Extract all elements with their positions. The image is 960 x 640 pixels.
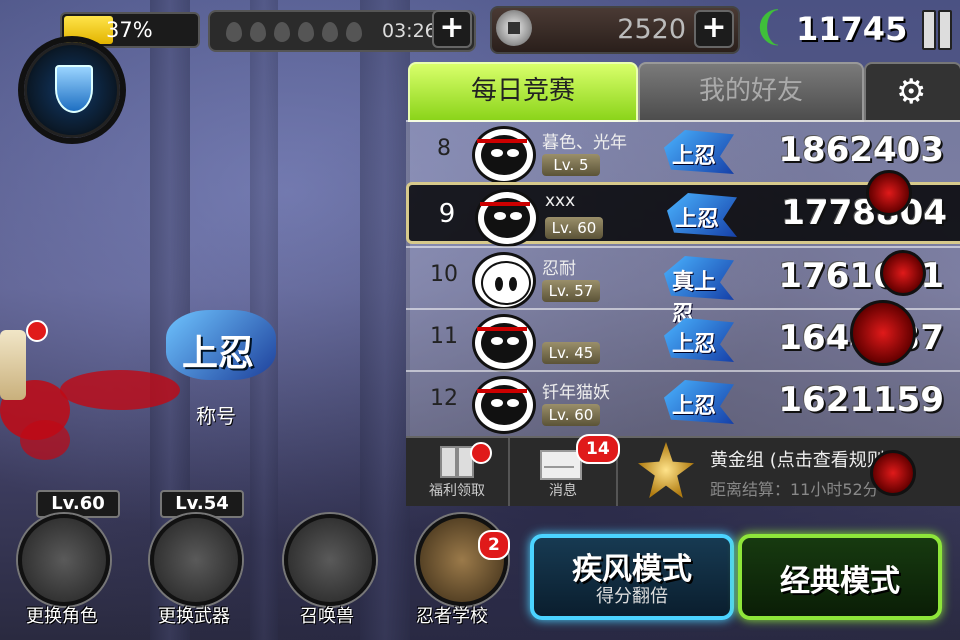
player-avatar xyxy=(472,252,536,310)
shield-power-badge[interactable] xyxy=(24,42,120,138)
player-level: Lv. 60 xyxy=(545,217,603,239)
character-level: Lv.60 xyxy=(36,490,120,518)
group-title: 黄金组 (点击查看规则) xyxy=(710,450,892,471)
rank-number: 12 xyxy=(430,386,458,411)
rank-number: 8 xyxy=(437,136,451,161)
gift-icon xyxy=(440,446,474,478)
ninja-school-button[interactable] xyxy=(416,514,508,606)
ninja-school-label: 忍者学校 xyxy=(416,606,488,627)
classic-mode-title: 经典模式 xyxy=(780,564,900,599)
leaderboard-row[interactable]: 12 钎年猫妖 Lv. 60 上忍 1621159 xyxy=(406,370,960,434)
hornet-enemy xyxy=(866,170,912,216)
player-level: Lv. 45 xyxy=(542,342,600,364)
notification-dot xyxy=(26,320,48,342)
player-avatar xyxy=(472,376,536,434)
scroll-icon[interactable] xyxy=(0,330,26,400)
shield-icon xyxy=(55,65,93,113)
storm-mode-subtitle: 得分翻倍 xyxy=(596,586,668,607)
pause-icon xyxy=(938,10,952,50)
player-level: Lv. 60 xyxy=(542,404,600,426)
hornet-enemy xyxy=(880,250,926,296)
player-name: xxx xyxy=(545,191,576,211)
player-score: 1778804 xyxy=(781,193,947,233)
leaderboard-row[interactable]: 10 忍耐 Lv. 57 真上忍 1761621 xyxy=(406,246,960,327)
hornet-enemy xyxy=(870,450,916,496)
storm-mode-button[interactable]: 疾风模式 得分翻倍 xyxy=(530,534,734,620)
player-score: 1621159 xyxy=(778,380,944,420)
welfare-label: 福利领取 xyxy=(429,483,485,499)
messages-button[interactable]: 14 消息 xyxy=(510,434,620,506)
gear-icon: ⚙ xyxy=(896,72,927,112)
rank-number: 11 xyxy=(430,324,458,349)
rank-title-badge: 上忍 xyxy=(667,193,737,237)
player-level: Lv. 5 xyxy=(542,154,600,176)
rank-title-badge: 上忍 xyxy=(664,318,734,362)
energy-drop-icon xyxy=(298,22,314,42)
tab-daily-competition[interactable]: 每日竞赛 xyxy=(408,62,638,122)
leaderboard-list[interactable]: 8 暮色、光年 Lv. 5 上忍 1862403 9 xxx Lv. 60 上忍… xyxy=(406,120,960,436)
classic-mode-button[interactable]: 经典模式 xyxy=(738,534,942,620)
group-countdown: 距离结算：11小时52分 xyxy=(710,480,879,499)
energy-drop-icon xyxy=(322,22,338,42)
title-emblem-text: 上忍 xyxy=(182,333,255,374)
soul-counter: ❨ 11745 xyxy=(752,4,960,52)
tab-my-friends[interactable]: 我的好友 xyxy=(638,62,864,122)
soul-amount: 11745 xyxy=(796,10,908,48)
change-character-label: 更换角色 xyxy=(26,606,98,627)
energy-drop-icon xyxy=(274,22,290,42)
player-score: 1862403 xyxy=(778,130,944,170)
change-weapon-label: 更换武器 xyxy=(158,606,230,627)
player-name: 钎年猫妖 xyxy=(542,383,610,403)
add-coins-button[interactable]: + xyxy=(694,10,734,48)
coin-icon xyxy=(496,10,532,46)
energy-timer: 03:26 xyxy=(382,20,437,42)
pause-button[interactable] xyxy=(918,10,954,50)
summon-beast-button[interactable] xyxy=(284,514,376,606)
rank-title-badge: 上忍 xyxy=(664,380,734,424)
notification-dot xyxy=(470,442,492,464)
coin-counter: 2520 + xyxy=(490,6,740,54)
title-label: 称号 xyxy=(196,404,236,428)
hp-percent: 37% xyxy=(106,18,153,42)
change-weapon-button[interactable] xyxy=(150,514,242,606)
gold-star-icon xyxy=(638,442,694,498)
coin-amount: 2520 xyxy=(617,14,686,45)
rank-title-badge: 真上忍 xyxy=(664,256,734,327)
player-name: 暮色、光年 xyxy=(542,133,627,153)
rank-number: 9 xyxy=(438,199,456,229)
leaderboard-panel: 每日竞赛 我的好友 ⚙ 8 暮色、光年 Lv. 5 上忍 1862403 9 x… xyxy=(406,60,960,506)
soul-icon: ❨ xyxy=(752,4,786,50)
player-avatar xyxy=(472,126,536,184)
player-avatar xyxy=(472,314,536,372)
change-character-button[interactable] xyxy=(18,514,110,606)
energy-drop-icon xyxy=(250,22,266,42)
add-energy-button[interactable]: + xyxy=(432,10,472,48)
player-avatar xyxy=(475,189,539,247)
message-count-badge: 14 xyxy=(576,434,620,464)
rank-number: 10 xyxy=(430,262,458,287)
player-level: Lv. 57 xyxy=(542,280,600,302)
messages-label: 消息 xyxy=(549,483,577,499)
rank-title-badge: 上忍 xyxy=(664,130,734,174)
settings-button[interactable]: ⚙ xyxy=(864,62,960,122)
ninja-school-badge: 2 xyxy=(478,530,510,560)
blood-splatter xyxy=(20,420,70,460)
title-badge-button[interactable]: 上忍 xyxy=(156,300,286,400)
pause-icon xyxy=(922,10,936,50)
energy-drop-icon xyxy=(346,22,362,42)
welfare-button[interactable]: 福利领取 xyxy=(406,438,510,506)
hornet-enemy xyxy=(850,300,916,366)
player-name: 忍耐 xyxy=(542,259,576,279)
energy-drop-icon xyxy=(226,22,242,42)
summon-beast-label: 召唤兽 xyxy=(300,606,354,627)
